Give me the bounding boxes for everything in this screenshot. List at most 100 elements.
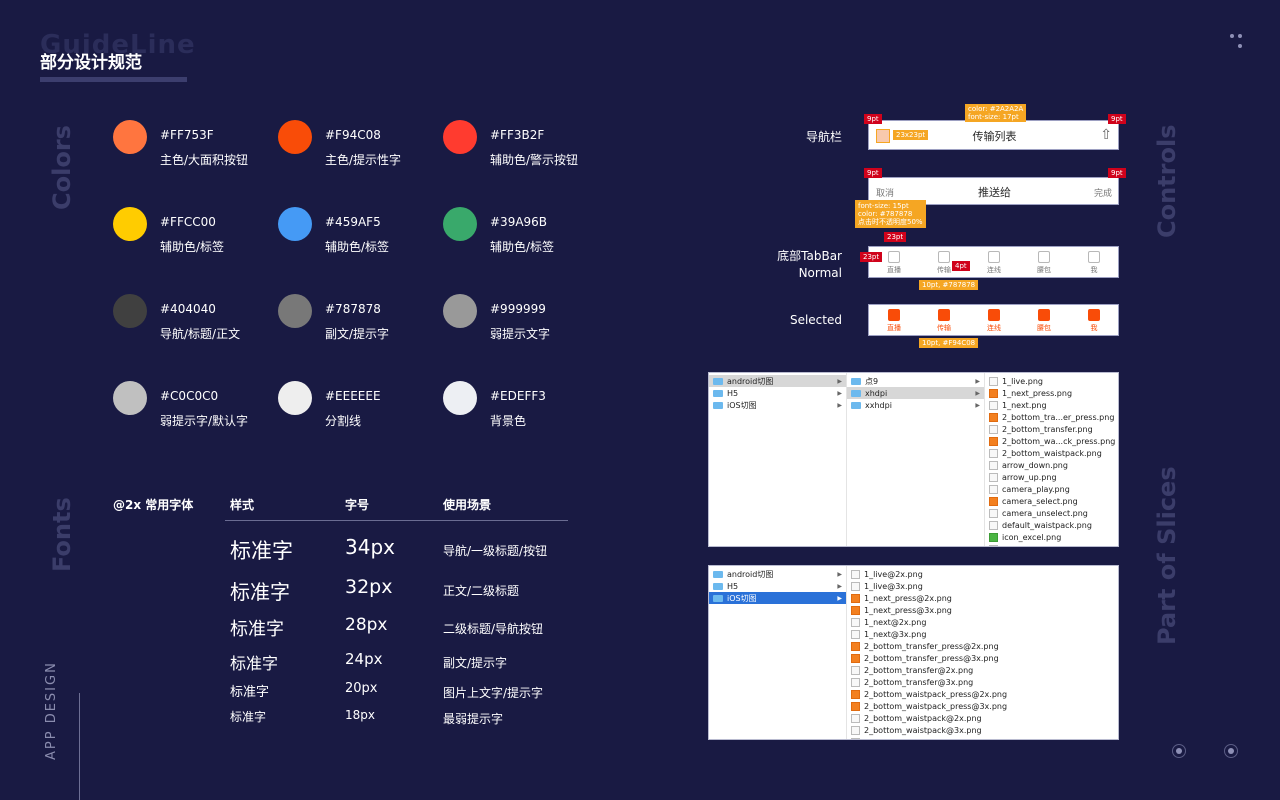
target-icon[interactable]: [1224, 744, 1238, 758]
color-usage: 弱提示文字: [490, 327, 551, 341]
finder-folder[interactable]: android切图 ▶: [709, 568, 846, 580]
right-padding-tag-2: 9pt: [1108, 168, 1126, 178]
finder-file[interactable]: 2_bottom_waistpack_press@3x.png: [847, 700, 1118, 712]
tab-icon: [988, 251, 1000, 263]
file-icon: [851, 605, 860, 615]
finder-file[interactable]: 2_bottom_waistpack@2x.png: [847, 712, 1118, 724]
tab-item[interactable]: 连线: [974, 251, 1014, 275]
finder-file[interactable]: 2_bottom_transfer_press@3x.png: [847, 652, 1118, 664]
font-header-style: 样式: [230, 498, 255, 512]
tab-item[interactable]: 我: [1074, 251, 1114, 275]
color-usage: 主色/提示性字: [325, 153, 402, 167]
finder-folder[interactable]: xxhdpi ▶: [847, 399, 984, 411]
finder-file[interactable]: 2_bottom_transfer.png: [985, 423, 1118, 435]
finder-folder[interactable]: android切图 ▶: [709, 375, 846, 387]
finder-item-label: 1_next_press@3x.png: [864, 605, 952, 615]
finder-file[interactable]: 1_next_press@2x.png: [847, 592, 1118, 604]
file-icon: [851, 629, 860, 639]
tab-item[interactable]: 腰包: [1024, 309, 1064, 333]
tab-item[interactable]: 我: [1074, 309, 1114, 333]
finder-file[interactable]: 1_next@2x.png: [847, 616, 1118, 628]
finder-item-label: arrow_down.png: [1002, 460, 1068, 470]
finder-file[interactable]: arrow_down@2x.png: [847, 736, 1118, 739]
font-scene: 导航/一级标题/按钮: [443, 544, 548, 558]
section-label-colors: Colors: [48, 125, 76, 210]
finder-folder[interactable]: iOS切图 ▶: [709, 592, 846, 604]
tab-height-tag: 23pt: [884, 232, 907, 242]
finder-file[interactable]: camera_unselect.png: [985, 507, 1118, 519]
finder-item-label: camera_play.png: [1002, 484, 1070, 494]
color-usage: 副文/提示字: [325, 327, 390, 341]
finder-file[interactable]: 1_next_press.png: [985, 387, 1118, 399]
color-hex: #EEEEEE: [325, 389, 381, 403]
finder-item-label: 2_bottom_transfer@2x.png: [864, 665, 974, 675]
nav-title-2: 推送给: [978, 186, 1011, 199]
tab-width-tag: 23pt: [860, 252, 883, 262]
tab-item[interactable]: 腰包: [1024, 251, 1064, 275]
finder-file[interactable]: 1_live@3x.png: [847, 580, 1118, 592]
finder-file[interactable]: 2_bottom_transfer_press@2x.png: [847, 640, 1118, 652]
finder-item-label: 2_bottom_waistpack@2x.png: [864, 713, 982, 723]
side-divider: [79, 693, 80, 800]
selected-text-tag: 10pt, #F94C08: [919, 338, 979, 348]
color-swatch: [113, 381, 147, 415]
finder-file[interactable]: camera_play.png: [985, 483, 1118, 495]
font-sample: 标准字: [230, 619, 284, 640]
finder-file[interactable]: icon_excel.png: [985, 531, 1118, 543]
finder-file[interactable]: 1_next@3x.png: [847, 628, 1118, 640]
tab-icon: [1088, 309, 1100, 321]
finder-item-label: 1_next@3x.png: [864, 629, 927, 639]
finder-file[interactable]: 2_bottom_tra...er_press.png: [985, 411, 1118, 423]
left-padding-tag-2: 9pt: [864, 168, 882, 178]
share-icon[interactable]: ⇧: [1100, 127, 1112, 143]
normal-text-tag: 10pt, #787878: [919, 280, 979, 290]
finder-folder[interactable]: 点9 ▶: [847, 375, 984, 387]
finder-file[interactable]: 2_bottom_transfer@2x.png: [847, 664, 1118, 676]
tab-item[interactable]: 连线: [974, 309, 1014, 333]
tab-label: 我: [1090, 324, 1098, 332]
font-size: 28px: [345, 615, 388, 635]
color-hex: #FF753F: [160, 128, 214, 142]
target-icon[interactable]: [1172, 744, 1186, 758]
finder-folder[interactable]: xhdpi ▶: [847, 387, 984, 399]
menu-dots-icon[interactable]: [1228, 32, 1248, 52]
finder-column-1: android切图 ▶ H5 ▶ iOS切图 ▶: [709, 373, 847, 546]
finder-file[interactable]: 1_live.png: [985, 375, 1118, 387]
finder-file[interactable]: 1_live@2x.png: [847, 568, 1118, 580]
finder-folder[interactable]: H5 ▶: [709, 387, 846, 399]
finder-file[interactable]: camera_select.png: [985, 495, 1118, 507]
tabbar-normal: 直播 传输 连线 腰包 我: [868, 246, 1119, 278]
finder-file[interactable]: 2_bottom_waistpack.png: [985, 447, 1118, 459]
disclosure-arrow-icon: ▶: [837, 389, 842, 397]
finder-file[interactable]: arrow_up.png: [985, 471, 1118, 483]
finder-file[interactable]: 1_next_press@3x.png: [847, 604, 1118, 616]
tab-item[interactable]: 传输: [924, 309, 964, 333]
finder-file[interactable]: 2_bottom_waistpack@3x.png: [847, 724, 1118, 736]
file-icon: [851, 617, 860, 627]
tab-label: 连线: [987, 324, 1001, 332]
nav-button-spec-tag: font-size: 15pt color: #787878 点击时不透明度50%: [855, 200, 926, 228]
done-button[interactable]: 完成: [1094, 186, 1112, 199]
finder-file[interactable]: arrow_down.png: [985, 459, 1118, 471]
font-header-scene: 使用场景: [443, 498, 492, 512]
finder-item-label: android切图: [727, 569, 774, 579]
finder-item-label: arrow_up.png: [1002, 472, 1057, 482]
finder-file[interactable]: default_waistpack.png: [985, 519, 1118, 531]
color-hex: #FFCC00: [160, 215, 216, 229]
file-icon: [989, 460, 998, 470]
color-hex: #39A96B: [490, 215, 548, 229]
color-usage: 辅助色/标签: [160, 240, 225, 254]
tab-item[interactable]: 直播: [874, 309, 914, 333]
finder-folder[interactable]: H5 ▶: [709, 580, 846, 592]
finder-item-label: 1_next@2x.png: [864, 617, 927, 627]
tab-icon: [938, 309, 950, 321]
finder-column-3: 1_live.png 1_next_press.png 1_next.png 2_bo…: [985, 373, 1118, 546]
finder-file[interactable]: icon_folder.png: [985, 543, 1118, 546]
finder-item-label: icon_excel.png: [1002, 532, 1062, 542]
finder-column-2: 点9 ▶ xhdpi ▶ xxhdpi ▶: [847, 373, 985, 546]
finder-file[interactable]: 2_bottom_waistpack_press@2x.png: [847, 688, 1118, 700]
finder-file[interactable]: 1_next.png: [985, 399, 1118, 411]
finder-folder[interactable]: iOS切图 ▶: [709, 399, 846, 411]
finder-file[interactable]: 2_bottom_wa...ck_press.png: [985, 435, 1118, 447]
finder-file[interactable]: 2_bottom_transfer@3x.png: [847, 676, 1118, 688]
